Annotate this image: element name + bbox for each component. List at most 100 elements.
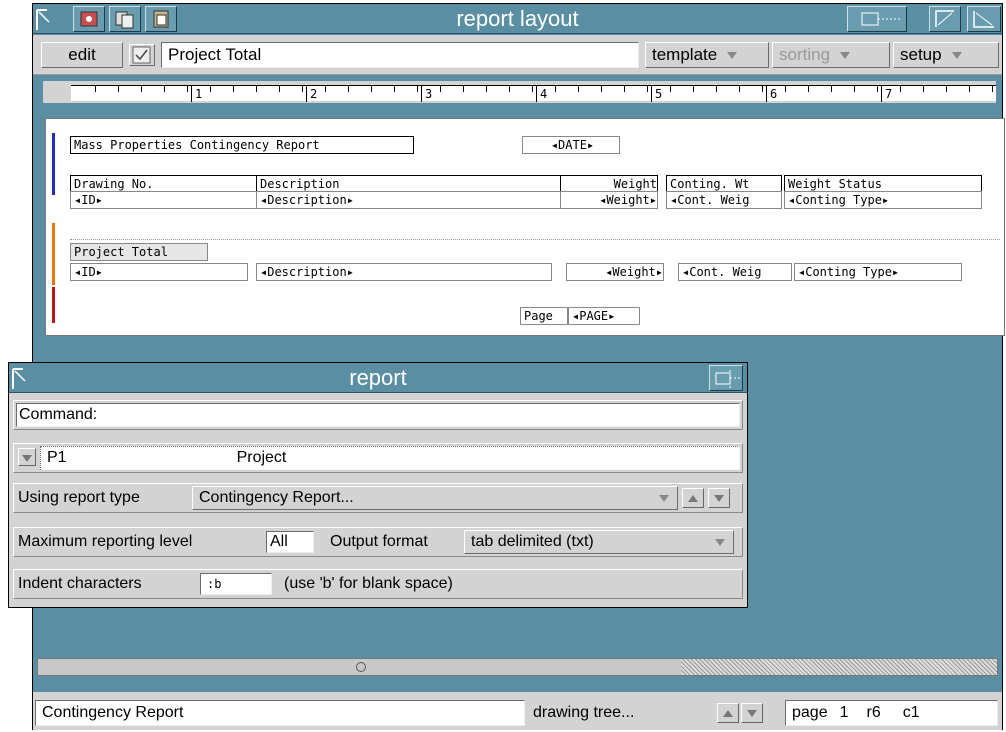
horizontal-scrollbar[interactable] xyxy=(37,658,998,676)
detail-conting-type-field[interactable]: ◂Conting Type▸ xyxy=(784,191,982,209)
page-label: Page xyxy=(520,307,568,325)
ruler-number: 1 xyxy=(195,87,203,101)
item-selection-row: P1 Project xyxy=(13,443,743,473)
report-type-dropdown[interactable]: Contingency Report... xyxy=(192,486,678,510)
level-format-row: Maximum reporting level All Output forma… xyxy=(13,527,743,557)
group-description-field[interactable]: ◂Description▸ xyxy=(256,263,552,281)
chevron-down-icon xyxy=(727,51,738,59)
close-icon[interactable] xyxy=(967,6,1001,32)
ruler-minor-tick xyxy=(302,86,303,92)
template-dropdown[interactable]: template xyxy=(645,42,769,68)
ruler-minor-tick xyxy=(808,86,809,92)
sorting-dropdown[interactable]: sorting xyxy=(772,42,890,68)
footer-band-marker[interactable] xyxy=(52,287,55,323)
ruler-major-tick xyxy=(881,86,882,102)
ruler-minor-tick xyxy=(141,86,142,92)
chevron-down-icon xyxy=(951,51,962,59)
maximize-icon[interactable] xyxy=(929,6,961,32)
resize-icon[interactable] xyxy=(847,6,907,32)
main-title-bar[interactable]: report layout xyxy=(33,4,1002,34)
max-level-field[interactable]: All xyxy=(266,531,314,553)
page-field[interactable]: ◂PAGE▸ xyxy=(568,307,640,325)
setup-label: setup xyxy=(900,45,942,64)
group-weight-field[interactable]: ◂Weight▸ xyxy=(566,263,664,281)
ruler-minor-tick xyxy=(647,86,648,92)
detail-description-field[interactable]: ◂Description▸ xyxy=(256,191,562,209)
group-label-field[interactable]: Project Total xyxy=(70,243,208,261)
section-name-field[interactable]: Project Total xyxy=(161,42,639,68)
page-number: 1 xyxy=(839,704,849,721)
ruler-minor-tick xyxy=(187,86,188,92)
ruler-major-tick xyxy=(651,86,652,102)
report-layout-canvas[interactable]: Mass Properties Contingency Report ◂DATE… xyxy=(45,118,1005,336)
status-report-name: Contingency Report xyxy=(35,700,525,726)
scrollbar-track[interactable] xyxy=(681,659,997,675)
output-format-dropdown[interactable]: tab delimited (txt) xyxy=(464,530,734,554)
report-title-bar[interactable]: report xyxy=(9,363,747,393)
resize-icon[interactable] xyxy=(709,365,743,391)
checkbox-checked-icon[interactable] xyxy=(129,44,155,66)
ruler-minor-tick xyxy=(946,86,947,92)
band-divider xyxy=(70,239,1000,240)
ruler-minor-tick xyxy=(785,86,786,92)
group-band-marker[interactable] xyxy=(52,223,55,285)
max-level-label: Maximum reporting level xyxy=(18,533,193,550)
ruler-minor-tick xyxy=(394,86,395,92)
ruler-minor-tick xyxy=(532,86,533,92)
scroll-up-button[interactable] xyxy=(717,703,739,723)
detail-id-field[interactable]: ◂ID▸ xyxy=(70,191,258,209)
ruler-major-tick xyxy=(191,86,192,102)
detail-cont-weight-field[interactable]: ◂Cont. Weig xyxy=(666,191,782,209)
template-label: template xyxy=(652,45,718,64)
report-dialog: report Command: P1 Project Using report … xyxy=(8,362,748,608)
ruler-major-tick xyxy=(536,86,537,102)
report-title-field[interactable]: Mass Properties Contingency Report xyxy=(70,136,414,154)
group-cont-weight-field[interactable]: ◂Cont. Weig xyxy=(678,263,792,281)
ruler-minor-tick xyxy=(601,86,602,92)
ruler-minor-tick xyxy=(417,86,418,92)
header-band-marker[interactable] xyxy=(52,133,55,195)
item-field[interactable]: P1 Project xyxy=(40,446,740,470)
sorting-label: sorting xyxy=(779,45,831,64)
command-input[interactable]: Command: xyxy=(16,403,740,427)
indent-input[interactable]: :b xyxy=(200,573,272,595)
date-field[interactable]: ◂DATE▸ xyxy=(522,136,620,154)
ruler-minor-tick xyxy=(578,86,579,92)
ruler-minor-tick xyxy=(739,86,740,92)
report-type-up-button[interactable] xyxy=(682,488,704,508)
ruler-minor-tick xyxy=(693,86,694,92)
command-row: Command: xyxy=(13,400,743,430)
ruler-minor-tick xyxy=(900,86,901,92)
group-conting-type-field[interactable]: ◂Conting Type▸ xyxy=(794,263,962,281)
ruler-minor-tick xyxy=(854,86,855,92)
chevron-down-icon xyxy=(714,495,724,502)
ruler-number: 3 xyxy=(425,87,433,101)
edit-button[interactable]: edit xyxy=(41,42,123,68)
ruler-minor-tick xyxy=(716,86,717,92)
scroll-down-button[interactable] xyxy=(741,703,763,723)
page-position-readout: page 1 r6 c1 xyxy=(785,700,998,726)
chevron-up-icon xyxy=(723,710,733,717)
group-id-field[interactable]: ◂ID▸ xyxy=(70,263,248,281)
report-type-down-button[interactable] xyxy=(708,488,730,508)
detail-weight-field[interactable]: ◂Weight▸ xyxy=(560,191,658,209)
ruler-minor-tick xyxy=(624,86,625,92)
report-type-label: Using report type xyxy=(18,489,140,506)
ruler-minor-tick xyxy=(95,86,96,92)
item-name: Project xyxy=(236,449,287,466)
item-dropdown-button[interactable] xyxy=(18,448,36,466)
output-format-label: Output format xyxy=(330,533,428,550)
ruler-minor-tick xyxy=(670,86,671,92)
ruler-minor-tick xyxy=(118,86,119,92)
scroll-thumb-icon[interactable] xyxy=(356,662,366,672)
drawing-tree-link[interactable]: drawing tree... xyxy=(527,700,697,726)
chevron-down-icon xyxy=(659,495,669,502)
ruler-minor-tick xyxy=(348,86,349,92)
layout-toolbar: edit Project Total template sorting setu… xyxy=(33,35,1002,75)
ruler-minor-tick xyxy=(210,86,211,92)
ruler-major-tick xyxy=(766,86,767,102)
ruler-number: 4 xyxy=(540,87,548,101)
dialog-title: report xyxy=(349,365,407,390)
ruler-minor-tick xyxy=(877,86,878,92)
setup-dropdown[interactable]: setup xyxy=(893,42,999,68)
